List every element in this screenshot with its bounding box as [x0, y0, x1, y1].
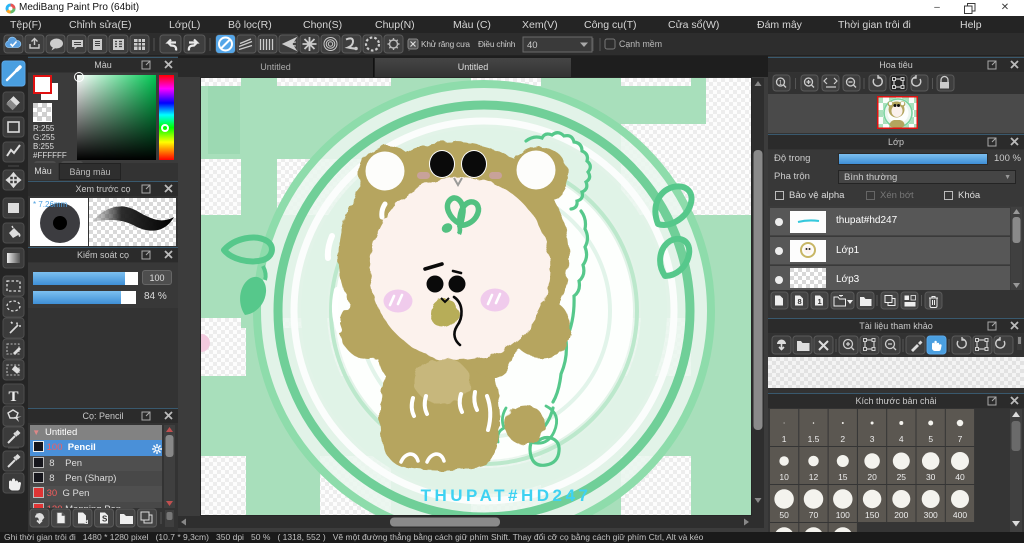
svg-text:2: 2	[840, 434, 845, 444]
svg-text:300: 300	[924, 510, 938, 520]
svg-text:40: 40	[955, 472, 965, 482]
svg-text:THUPAT#HD247: THUPAT#HD247	[421, 486, 592, 505]
svg-text:3: 3	[870, 434, 875, 444]
svg-text:Khử răng cưa: Khử răng cưa	[421, 39, 470, 49]
svg-text:8: 8	[798, 297, 802, 306]
svg-text:40: 40	[527, 40, 538, 51]
svg-text:5: 5	[928, 434, 933, 444]
svg-text:1: 1	[818, 297, 822, 306]
svg-text:10: 10	[779, 472, 789, 482]
svg-text:50: 50	[779, 510, 789, 520]
svg-text:1: 1	[779, 80, 783, 87]
svg-text:100: 100	[836, 510, 850, 520]
svg-text:12: 12	[809, 472, 819, 482]
svg-text:150: 150	[865, 510, 879, 520]
svg-text:15: 15	[838, 472, 848, 482]
svg-text:7: 7	[958, 434, 963, 444]
svg-text:S: S	[102, 515, 108, 524]
svg-text:Điều chỉnh: Điều chỉnh	[478, 39, 516, 49]
svg-text:1.5: 1.5	[808, 434, 820, 444]
svg-text:400: 400	[953, 510, 967, 520]
svg-text:30: 30	[926, 472, 936, 482]
svg-text:70: 70	[809, 510, 819, 520]
svg-text:Cạnh mềm: Cạnh mềm	[619, 39, 662, 49]
svg-text:25: 25	[897, 472, 907, 482]
svg-text:4: 4	[899, 434, 904, 444]
svg-text:T: T	[8, 389, 18, 405]
svg-text:20: 20	[867, 472, 877, 482]
svg-text:* 7.26mm: * 7.26mm	[33, 200, 68, 209]
svg-text:200: 200	[894, 510, 908, 520]
svg-text:1: 1	[782, 434, 787, 444]
